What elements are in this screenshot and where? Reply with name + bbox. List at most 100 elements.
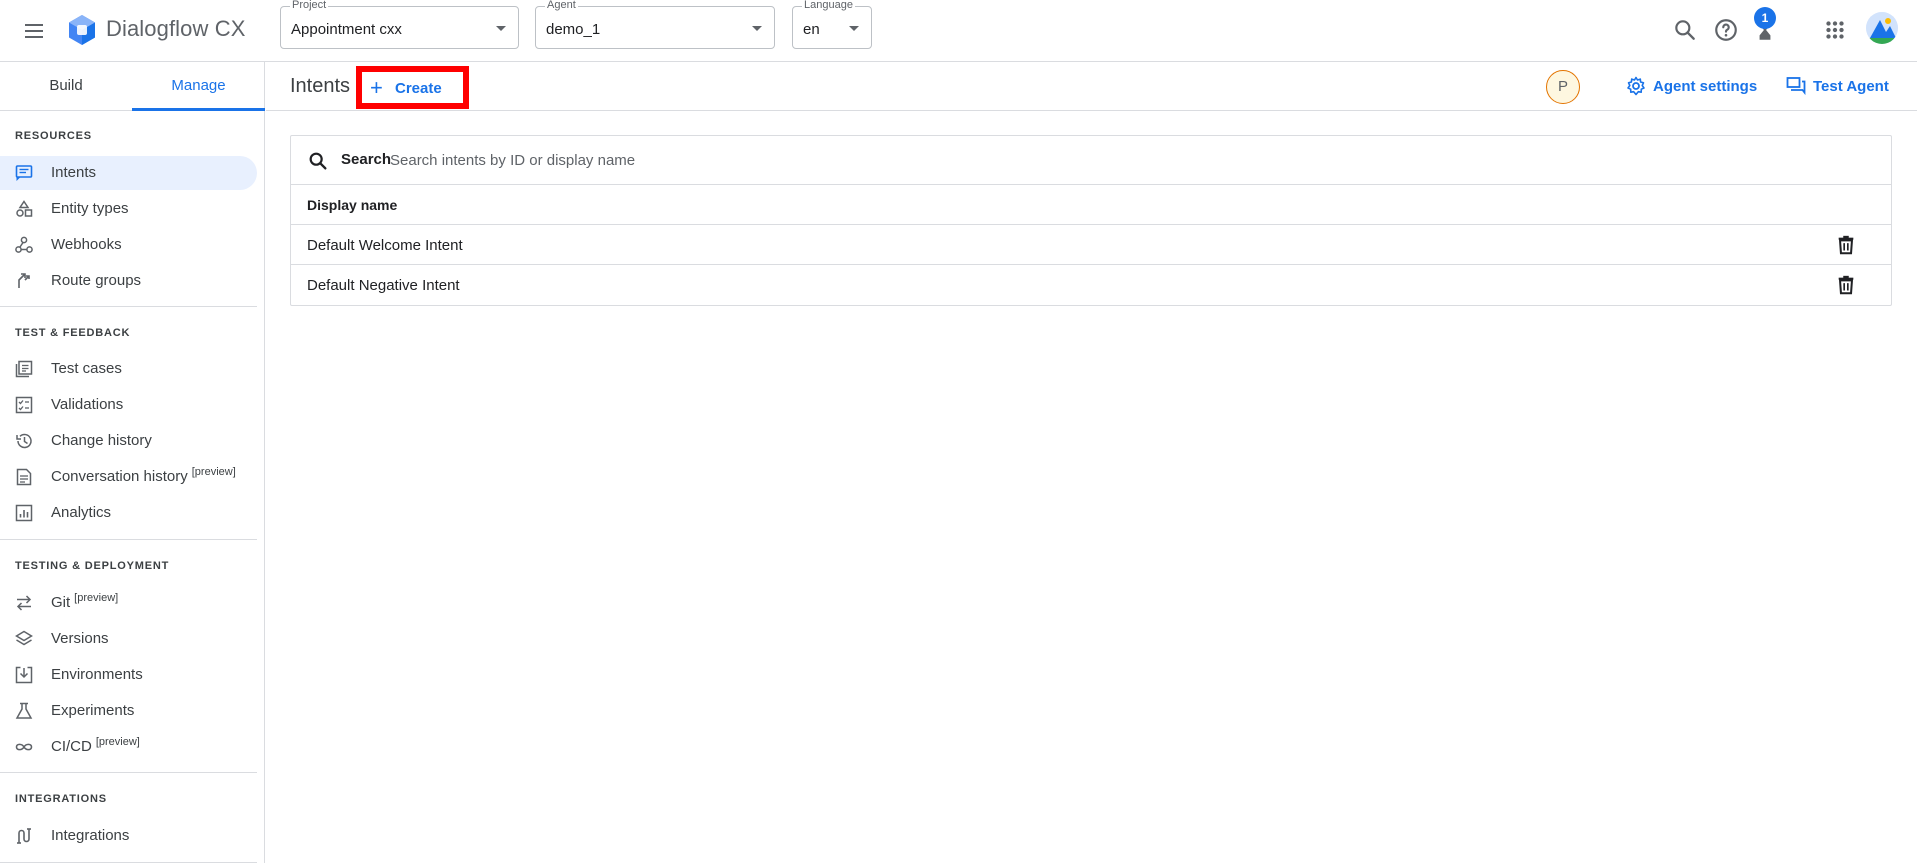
sidebar-item-integrations[interactable]: Integrations <box>0 819 257 853</box>
sidebar-item-intents[interactable]: Intents <box>0 156 257 190</box>
sidebar-divider <box>0 306 257 307</box>
sidebar: Build Manage RESOURCES Intents Entity ty… <box>0 62 265 863</box>
content-header: Intents + Create P Agent settings Test A… <box>266 62 1917 111</box>
sidebar-item-label: Experiments <box>51 702 135 719</box>
sidebar-item-versions[interactable]: Versions <box>0 622 257 656</box>
section-heading-resources: RESOURCES <box>15 130 92 142</box>
table-header-row: Display name <box>291 185 1891 225</box>
language-select[interactable]: Language en <box>792 0 872 49</box>
sidebar-item-validations[interactable]: Validations <box>0 388 257 422</box>
table-row[interactable]: Default Negative Intent <box>291 265 1891 305</box>
git-icon <box>16 595 32 611</box>
sidebar-item-change-history[interactable]: Change history <box>0 424 257 458</box>
agent-settings-button[interactable]: Agent settings <box>1626 76 1758 98</box>
project-select[interactable]: Project Appointment cxx <box>280 0 519 49</box>
sidebar-item-label: Versions <box>51 630 109 647</box>
delete-icon[interactable] <box>1835 234 1857 256</box>
intent-name: Default Welcome Intent <box>307 237 463 254</box>
sidebar-item-test-cases[interactable]: Test cases <box>0 352 257 386</box>
sidebar-item-label: Test cases <box>51 360 122 377</box>
section-heading-testing-deployment: TESTING & DEPLOYMENT <box>15 560 170 572</box>
search-icon <box>309 152 327 170</box>
environments-icon <box>15 666 33 684</box>
delete-icon[interactable] <box>1835 274 1857 296</box>
sidebar-item-label: Route groups <box>51 272 142 289</box>
sidebar-item-analytics[interactable]: Analytics <box>0 496 257 530</box>
agent-settings-label: Agent settings <box>1653 78 1758 95</box>
chevron-down-icon <box>496 26 506 31</box>
sidebar-item-experiments[interactable]: Experiments <box>0 694 257 728</box>
versions-icon <box>15 630 33 646</box>
sidebar-item-label-wrap: CI/CD [preview] <box>51 736 140 755</box>
app-title: Dialogflow CX <box>106 16 246 41</box>
cicd-icon <box>15 743 33 751</box>
account-avatar[interactable] <box>1866 12 1898 44</box>
sidebar-item-route-groups[interactable]: Route groups <box>0 264 257 298</box>
sidebar-divider <box>0 539 257 540</box>
sidebar-item-conversation-history[interactable]: Conversation history [preview] <box>0 460 257 494</box>
table-row[interactable]: Default Welcome Intent <box>291 225 1891 265</box>
sidebar-item-environments[interactable]: Environments <box>0 658 257 692</box>
preview-tag: [preview] <box>191 466 236 478</box>
sidebar-item-git[interactable]: Git [preview] <box>0 586 257 620</box>
create-intent-button[interactable]: + Create <box>356 66 469 109</box>
sidebar-item-label: CI/CD <box>51 738 92 755</box>
section-heading-integrations: INTEGRATIONS <box>15 793 107 805</box>
agent-select[interactable]: Agent demo_1 <box>535 0 775 49</box>
search-icon[interactable] <box>1672 17 1698 43</box>
intents-icon <box>15 165 33 181</box>
chevron-down-icon <box>849 26 859 31</box>
test-agent-label: Test Agent <box>1813 78 1889 95</box>
sidebar-item-webhooks[interactable]: Webhooks <box>0 228 257 262</box>
sidebar-item-label-wrap: Git [preview] <box>51 592 119 611</box>
apps-grid-icon[interactable] <box>1822 17 1848 43</box>
preview-tag: [preview] <box>95 736 140 748</box>
sidebar-item-label: Change history <box>51 432 152 449</box>
route-groups-icon <box>18 273 30 288</box>
search-label: Search <box>341 151 392 168</box>
sidebar-item-label: Git <box>51 594 71 611</box>
sidebar-item-label: Entity types <box>51 200 129 217</box>
history-icon <box>16 433 32 449</box>
sidebar-item-label-wrap: Conversation history [preview] <box>51 466 236 485</box>
section-heading-test-feedback: TEST & FEEDBACK <box>15 327 131 339</box>
language-select-value: en <box>803 21 820 38</box>
tab-build[interactable]: Build <box>0 62 132 111</box>
intents-table: Search Display name Default Welcome Inte… <box>290 135 1892 306</box>
user-presence-avatar[interactable]: P <box>1546 70 1580 104</box>
plus-icon: + <box>370 75 383 100</box>
active-tab-indicator <box>132 108 265 111</box>
sidebar-item-cicd[interactable]: CI/CD [preview] <box>0 730 257 764</box>
gear-icon <box>1627 76 1645 96</box>
notification-badge: 1 <box>1754 7 1776 29</box>
test-cases-icon <box>15 360 33 378</box>
page-title: Intents <box>290 75 351 97</box>
chevron-down-icon <box>752 26 762 31</box>
language-select-label: Language <box>802 0 855 11</box>
agent-select-label: Agent <box>545 0 578 11</box>
conversation-history-icon <box>16 468 32 486</box>
search-bar: Search <box>291 136 1891 185</box>
experiments-icon <box>15 702 33 719</box>
avatar-image-icon <box>1866 12 1898 44</box>
column-header-display-name: Display name <box>307 197 398 213</box>
test-agent-button[interactable]: Test Agent <box>1786 76 1896 98</box>
create-button-label: Create <box>395 80 442 97</box>
tab-manage[interactable]: Manage <box>132 62 265 111</box>
preview-tag: [preview] <box>74 592 119 604</box>
help-icon[interactable] <box>1713 17 1739 43</box>
sidebar-item-entity-types[interactable]: Entity types <box>0 192 257 226</box>
sidebar-tabs: Build Manage <box>0 62 265 111</box>
menu-icon[interactable] <box>22 19 46 43</box>
sidebar-item-label: Validations <box>51 396 124 413</box>
webhooks-icon <box>15 236 33 253</box>
validations-icon <box>15 396 33 414</box>
sidebar-item-label: Intents <box>51 164 97 181</box>
sidebar-divider <box>0 772 257 773</box>
project-select-label: Project <box>290 0 329 11</box>
sidebar-item-label: Integrations <box>51 827 130 844</box>
sidebar-item-label: Webhooks <box>51 236 122 253</box>
search-input[interactable] <box>390 146 1870 174</box>
chat-icon <box>1786 77 1806 96</box>
entity-types-icon <box>16 200 33 217</box>
